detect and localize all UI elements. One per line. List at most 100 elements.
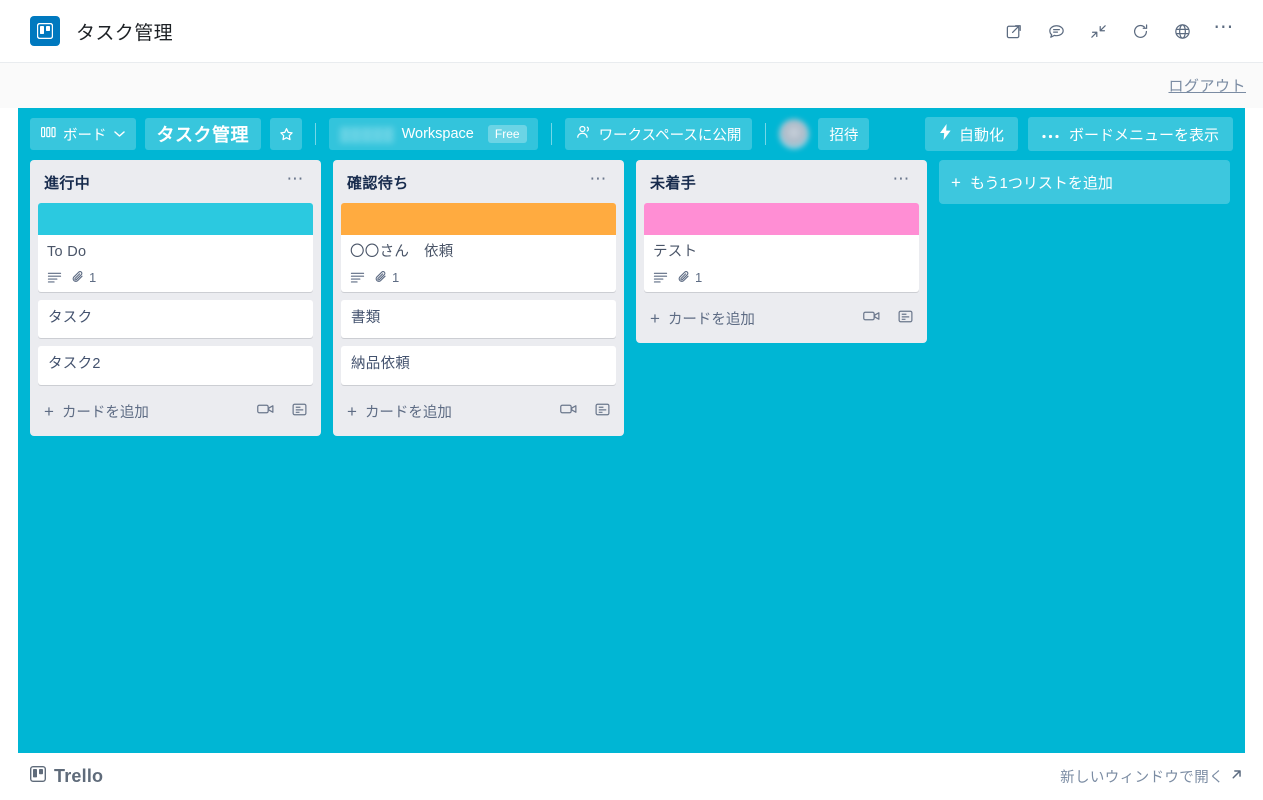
list-actions-icon[interactable]: ⋯	[283, 170, 310, 191]
globe-icon[interactable]	[1171, 20, 1193, 42]
list-column: 確認待ち ⋯ 〇〇さん 依頼 1 書類 納品依頼 + カードを追加	[333, 160, 624, 436]
workspace-button[interactable]: ▒▒▒▒▒ Workspace Free	[329, 118, 538, 150]
attachment-badge: 1	[677, 270, 702, 285]
boards-button[interactable]: ボード	[30, 118, 136, 150]
more-options-icon[interactable]: ⋯	[1213, 16, 1235, 47]
attachment-badge: 1	[71, 270, 96, 285]
card-title: テスト	[653, 244, 698, 260]
invite-button[interactable]: 招待	[818, 118, 870, 150]
automation-label: 自動化	[958, 126, 1004, 144]
workspace-name-blurred: ▒▒▒▒▒	[340, 126, 395, 142]
attachment-count: 1	[392, 269, 400, 285]
list-title[interactable]: 未着手	[650, 172, 696, 193]
list-actions-icon[interactable]: ⋯	[586, 170, 613, 191]
plus-icon: +	[650, 308, 660, 328]
video-camera-icon[interactable]	[863, 310, 880, 326]
avatar[interactable]	[779, 119, 810, 149]
list-header: 進行中 ⋯	[38, 160, 313, 203]
visibility-button[interactable]: ワークスペースに公開	[564, 118, 753, 150]
card-title: To Do	[47, 244, 87, 260]
description-icon	[47, 271, 62, 284]
card-title: 納品依頼	[351, 356, 411, 373]
board-list-icon	[41, 126, 56, 143]
plus-icon: +	[951, 172, 961, 192]
video-camera-icon[interactable]	[560, 403, 577, 419]
add-card-button[interactable]: カードを追加	[668, 308, 755, 329]
ellipsis-icon	[1042, 126, 1059, 143]
board-title[interactable]: タスク管理	[144, 118, 261, 150]
card[interactable]: タスク2	[38, 346, 313, 385]
card[interactable]: To Do 1	[38, 203, 313, 292]
automation-button[interactable]: 自動化	[924, 117, 1018, 151]
card-cover	[38, 203, 313, 235]
list-footer-icons	[863, 309, 913, 328]
list-header: 確認待ち ⋯	[341, 160, 616, 203]
lists-container: 進行中 ⋯ To Do 1 タスク タスク2 + カードを追加 確認待ち ⋯ 〇…	[18, 160, 1245, 436]
card[interactable]: 納品依頼	[341, 346, 616, 385]
comment-icon[interactable]	[1045, 20, 1067, 42]
card-template-icon[interactable]	[595, 402, 610, 421]
star-icon[interactable]	[270, 118, 302, 150]
card-cover	[341, 203, 616, 235]
trello-brand-label: Trello	[54, 765, 104, 786]
card[interactable]: 書類	[341, 299, 616, 339]
board-toolbar: ボード タスク管理 ▒▒▒▒▒ Workspace Free ワークスペースに公…	[18, 108, 1245, 160]
card-badges: 1	[47, 270, 304, 285]
card-body: テスト 1	[644, 235, 919, 292]
card[interactable]: テスト 1	[644, 203, 919, 292]
card[interactable]: タスク	[38, 299, 313, 339]
list-header: 未着手 ⋯	[644, 160, 919, 203]
refresh-icon[interactable]	[1129, 20, 1151, 42]
plan-badge: Free	[487, 125, 527, 143]
video-camera-icon[interactable]	[257, 403, 274, 419]
arrow-up-right-icon	[1230, 768, 1243, 785]
plus-icon: +	[44, 401, 54, 421]
app-header: タスク管理 ⋯	[0, 0, 1263, 63]
list-footer: + カードを追加	[38, 393, 313, 428]
lightning-bolt-icon	[939, 124, 952, 144]
add-list-label: もう1つリストを追加	[969, 174, 1113, 192]
card-body: To Do 1	[38, 235, 313, 292]
list-footer: + カードを追加	[644, 300, 919, 335]
card-badges: 1	[350, 270, 607, 285]
page-title: タスク管理	[76, 22, 174, 44]
attachment-count: 1	[695, 269, 703, 285]
list-title[interactable]: 進行中	[44, 172, 90, 193]
footer-bar: Trello 新しいウィンドウで開く	[0, 753, 1263, 799]
board-menu-button[interactable]: ボードメニューを表示	[1027, 117, 1233, 151]
card-title: 書類	[351, 309, 381, 326]
trello-logo-icon	[29, 765, 47, 787]
list-footer: + カードを追加	[341, 393, 616, 428]
trello-brand: Trello	[29, 765, 104, 787]
add-list-button[interactable]: + もう1つリストを追加	[939, 160, 1230, 204]
card-cover	[644, 203, 919, 235]
card-badges: 1	[653, 270, 910, 285]
collapse-icon[interactable]	[1087, 20, 1109, 42]
people-icon	[576, 125, 592, 143]
toolbar-divider	[315, 123, 316, 145]
visibility-label: ワークスペースに公開	[598, 127, 742, 144]
board-menu-label: ボードメニューを表示	[1068, 126, 1219, 144]
add-card-button[interactable]: カードを追加	[365, 401, 452, 422]
card-template-icon[interactable]	[898, 309, 913, 328]
description-icon	[350, 271, 365, 284]
open-in-new-icon[interactable]	[1003, 20, 1025, 42]
invite-label: 招待	[829, 127, 859, 144]
card-body: 〇〇さん 依頼 1	[341, 235, 616, 292]
card[interactable]: 〇〇さん 依頼 1	[341, 203, 616, 292]
paperclip-icon	[374, 270, 388, 284]
logout-link[interactable]: ログアウト	[1168, 75, 1246, 96]
add-card-button[interactable]: カードを追加	[62, 401, 149, 422]
list-actions-icon[interactable]: ⋯	[889, 170, 916, 191]
paperclip-icon	[71, 270, 85, 284]
open-new-window-link[interactable]: 新しいウィンドウで開く	[1060, 766, 1243, 787]
card-title: タスク2	[48, 356, 101, 373]
list-title[interactable]: 確認待ち	[347, 172, 409, 193]
card-template-icon[interactable]	[292, 402, 307, 421]
boards-button-label: ボード	[63, 127, 107, 144]
list-footer-icons	[257, 402, 307, 421]
list-column: 未着手 ⋯ テスト 1 + カードを追加	[636, 160, 927, 343]
attachment-count: 1	[89, 269, 97, 285]
logout-bar: ログアウト	[0, 63, 1263, 108]
paperclip-icon	[677, 270, 691, 284]
